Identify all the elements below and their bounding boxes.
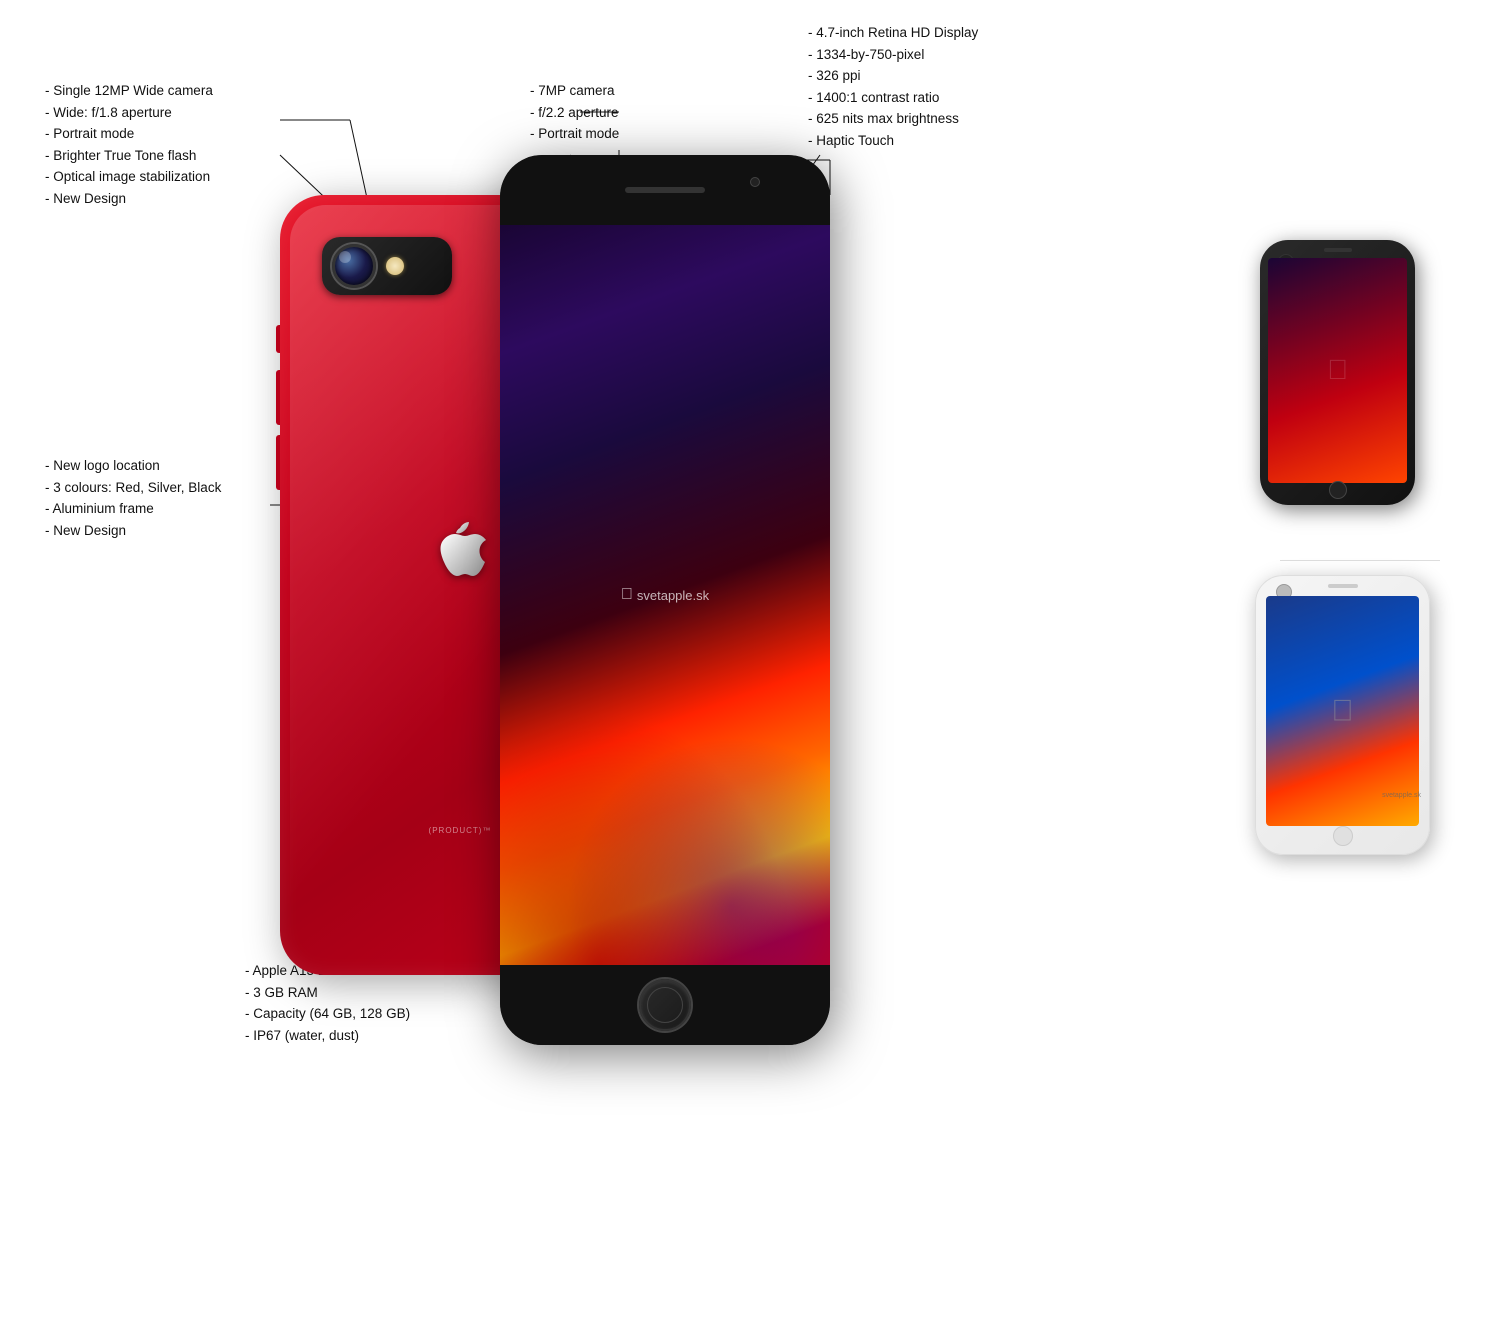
thumb-black-body:  <box>1260 240 1415 505</box>
display-line4: - 1400:1 contrast ratio <box>808 87 978 109</box>
thumb-white-speaker <box>1328 584 1358 588</box>
display-annotation: - 4.7-inch Retina HD Display - 1334-by-7… <box>808 22 978 152</box>
display-line2: - 1334-by-750-pixel <box>808 44 978 66</box>
thumbnail-divider <box>1280 560 1440 561</box>
back-camera-line5: - Optical image stabilization <box>45 166 213 188</box>
thumbnail-white:  svetapple.sk <box>1255 575 1455 865</box>
back-camera-line3: - Portrait mode <box>45 123 213 145</box>
back-camera-annotation: - Single 12MP Wide camera - Wide: f/1.8 … <box>45 80 213 210</box>
mute-switch <box>276 325 280 353</box>
thumb-white-watermark: svetapple.sk <box>1382 792 1421 799</box>
logo-annotation: - New logo location - 3 colours: Red, Si… <box>45 455 221 541</box>
front-bottom-bezel <box>500 965 830 1045</box>
back-camera-lens <box>332 244 376 288</box>
thumb-white-home <box>1333 826 1353 846</box>
apple-logo-back <box>425 515 495 585</box>
phone-front:  svetapple.sk <box>500 155 830 1045</box>
thumb-black-home <box>1329 481 1347 499</box>
thumb-white-apple-logo:  <box>1331 695 1354 729</box>
logo-line4: - New Design <box>45 520 221 542</box>
front-camera-annotation: - 7MP camera - f/2.2 aperture - Portrait… <box>530 80 619 145</box>
thumb-white-body:  svetapple.sk <box>1255 575 1430 855</box>
front-camera-line3: - Portrait mode <box>530 123 619 145</box>
chip-line3: - Capacity (64 GB, 128 GB) <box>245 1003 410 1025</box>
back-camera-line4: - Brighter True Tone flash <box>45 145 213 167</box>
thumb-black-speaker <box>1324 248 1352 252</box>
front-top-bezel <box>500 155 830 225</box>
back-camera-line1: - Single 12MP Wide camera <box>45 80 213 102</box>
back-camera-line6: - New Design <box>45 188 213 210</box>
volume-down-button <box>276 435 280 490</box>
product-text: (PRODUCT)™ <box>429 826 492 835</box>
main-content: - Single 12MP Wide camera - Wide: f/1.8 … <box>0 0 1500 1344</box>
display-line6: - Haptic Touch <box>808 130 978 152</box>
chip-line2: - 3 GB RAM <box>245 982 410 1004</box>
front-camera-line1: - 7MP camera <box>530 80 619 102</box>
display-line5: - 625 nits max brightness <box>808 108 978 130</box>
volume-up-button <box>276 370 280 425</box>
watermark-text: svetapple.sk <box>637 588 709 603</box>
screen-display:  svetapple.sk <box>500 225 830 965</box>
front-camera-line2: - f/2.2 aperture <box>530 102 619 124</box>
thumb-black-apple-logo:  <box>1327 353 1348 385</box>
home-button-inner <box>647 987 683 1023</box>
back-flash <box>386 257 404 275</box>
front-camera-dot <box>750 177 760 187</box>
watermark:  svetapple.sk <box>621 586 709 604</box>
watermark-apple-icon:  <box>621 586 633 604</box>
logo-line3: - Aluminium frame <box>45 498 221 520</box>
logo-line2: - 3 colours: Red, Silver, Black <box>45 477 221 499</box>
thumbnail-black:  <box>1260 240 1435 520</box>
display-line1: - 4.7-inch Retina HD Display <box>808 22 978 44</box>
back-camera-line2: - Wide: f/1.8 aperture <box>45 102 213 124</box>
home-button[interactable] <box>639 979 691 1031</box>
chip-line4: - IP67 (water, dust) <box>245 1025 410 1047</box>
back-camera-module <box>322 237 452 295</box>
display-line3: - 326 ppi <box>808 65 978 87</box>
logo-line1: - New logo location <box>45 455 221 477</box>
speaker-grille <box>625 187 705 193</box>
